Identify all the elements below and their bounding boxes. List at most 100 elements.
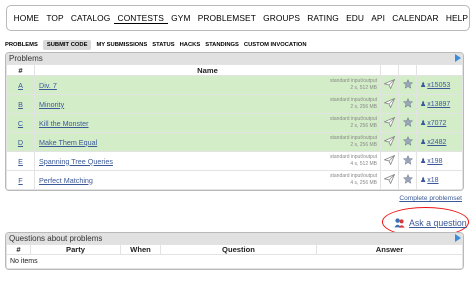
favourite-star-icon[interactable] [402,97,413,108]
subnav-problems[interactable]: PROBLEMS [5,40,43,50]
subnav-hacks[interactable]: HACKS [180,40,206,50]
col-solved [416,64,463,76]
questions-table: # Party When Question Answer No items [6,244,463,269]
problem-row: E Spanning Tree Queries standard input/out… [6,151,463,171]
problem-row: A Div. 7 standard input/output 2 s, 512 MB ♟… [6,75,463,95]
nav-top[interactable]: TOP [43,13,68,23]
problem-io: standard input/output [330,135,377,141]
solved-count-link[interactable]: x7072 [427,120,446,127]
problem-time-memory: 2 s, 256 MB [350,141,377,148]
problem-limits: standard input/output 2 s, 256 MB [330,97,377,110]
subnav-my-submissions[interactable]: MY SUBMISSIONS [96,40,152,50]
problem-name-link[interactable]: Minority [39,100,64,109]
problem-time-memory: 2 s, 256 MB [350,122,377,129]
subnav-custom-invocation[interactable]: CUSTOM INVOCATION [244,40,312,50]
favourite-star-icon[interactable] [402,135,413,146]
nav-edu[interactable]: EDU [342,13,367,23]
submit-paper-plane-icon[interactable] [383,116,396,128]
problem-id-link[interactable]: F [18,176,22,185]
problem-row: D Make Them Equal standard input/output 2 s… [6,132,463,152]
expand-arrow-icon[interactable] [455,54,461,62]
col-name: Name [34,64,381,76]
solved-count-link[interactable]: x18 [427,177,438,184]
user-icon: ♟ [420,177,427,184]
problem-id-cell: A [6,75,35,95]
problem-limits: standard input/output 2 s, 256 MB [330,116,377,129]
problem-limits: standard input/output 2 s, 256 MB [330,135,377,148]
submit-paper-plane-icon[interactable] [383,135,396,147]
submit-cell [380,113,399,133]
subnav-status[interactable]: STATUS [152,40,179,50]
problem-id-link[interactable]: E [18,157,23,166]
nav-api[interactable]: API [368,13,389,23]
solved-count-link[interactable]: x13897 [427,101,450,108]
favourite-star-icon[interactable] [402,78,413,89]
problem-id-link[interactable]: B [18,100,23,109]
problem-row: F Perfect Matching standard input/output 4 … [6,170,463,190]
submit-paper-plane-icon[interactable] [383,97,396,109]
problem-name-link[interactable]: Perfect Matching [39,176,93,185]
solved-count-cell: ♟x7072 [416,113,463,133]
problem-name-cell: Kill the Monster standard input/output 2 s… [34,113,381,133]
submit-paper-plane-icon[interactable] [383,78,396,90]
ask-question-link[interactable]: Ask a question [409,218,467,228]
solved-count-cell: ♟x198 [416,151,463,171]
favourite-cell [398,113,417,133]
problem-id-link[interactable]: D [18,138,23,147]
nav-rating[interactable]: RATING [304,13,343,23]
nav-help[interactable]: HELP [442,13,471,23]
user-icon: ♟ [420,120,427,127]
submit-cell [380,132,399,152]
problem-name-link[interactable]: Div. 7 [39,81,57,90]
favourite-star-icon[interactable] [402,154,413,165]
problem-io: standard input/output [330,78,377,84]
favourite-cell [398,75,417,95]
col-id: # [6,64,35,76]
subnav-submit-code[interactable]: SUBMIT CODE [42,40,92,50]
solved-count-cell: ♟x18 [416,170,463,190]
nav-contests[interactable]: CONTESTS [113,13,168,24]
nav-problemset[interactable]: PROBLEMSET [194,13,259,23]
problem-time-memory: 2 s, 512 MB [350,84,377,91]
problem-name-link[interactable]: Spanning Tree Queries [39,157,113,166]
ask-question-icon [394,218,405,228]
nav-gym[interactable]: GYM [168,13,195,23]
problem-id-link[interactable]: C [18,119,23,128]
submit-paper-plane-icon[interactable] [383,173,396,185]
solved-count-link[interactable]: x15053 [427,82,450,89]
problem-io: standard input/output [330,154,377,160]
problem-id-cell: C [6,113,35,133]
user-icon: ♟ [420,101,427,108]
nav-groups[interactable]: GROUPS [260,13,304,23]
problem-name-link[interactable]: Kill the Monster [39,119,89,128]
problem-limits: standard input/output 4 s, 256 MB [330,173,377,186]
solved-count-link[interactable]: x198 [427,158,442,165]
favourite-star-icon[interactable] [402,116,413,127]
favourite-star-icon[interactable] [402,173,413,184]
subnav-standings[interactable]: STANDINGS [205,40,244,50]
nav-catalog[interactable]: CATALOG [67,13,114,23]
solved-count-link[interactable]: x2482 [427,139,446,146]
nav-calendar[interactable]: CALENDAR [389,13,443,23]
favourite-cell [398,132,417,152]
submit-paper-plane-icon[interactable] [383,154,396,166]
contest-subnav: PROBLEMS SUBMIT CODE MY SUBMISSIONS STAT… [5,40,312,50]
questions-panel-title: Questions about problems [9,234,103,243]
questions-panel-header: Questions about problems [6,233,463,244]
problems-panel-header: Problems [6,53,463,64]
user-icon: ♟ [420,158,427,165]
user-icon: ♟ [420,82,427,89]
problem-id-cell: B [6,94,35,114]
expand-arrow-icon[interactable] [455,234,461,242]
q-col-question: Question [160,244,317,255]
complete-problemset-link[interactable]: Complete problemset [399,195,462,202]
problem-id-cell: F [6,170,35,190]
problem-id-link[interactable]: A [18,81,23,90]
nav-home[interactable]: HOME [10,13,43,23]
submit-cell [380,75,399,95]
problem-row: B Minority standard input/output 2 s, 256 M… [6,94,463,114]
problem-name-link[interactable]: Make Them Equal [39,138,97,147]
col-favourite [398,64,417,76]
favourite-cell [398,170,417,190]
problem-limits: standard input/output 2 s, 512 MB [330,78,377,91]
